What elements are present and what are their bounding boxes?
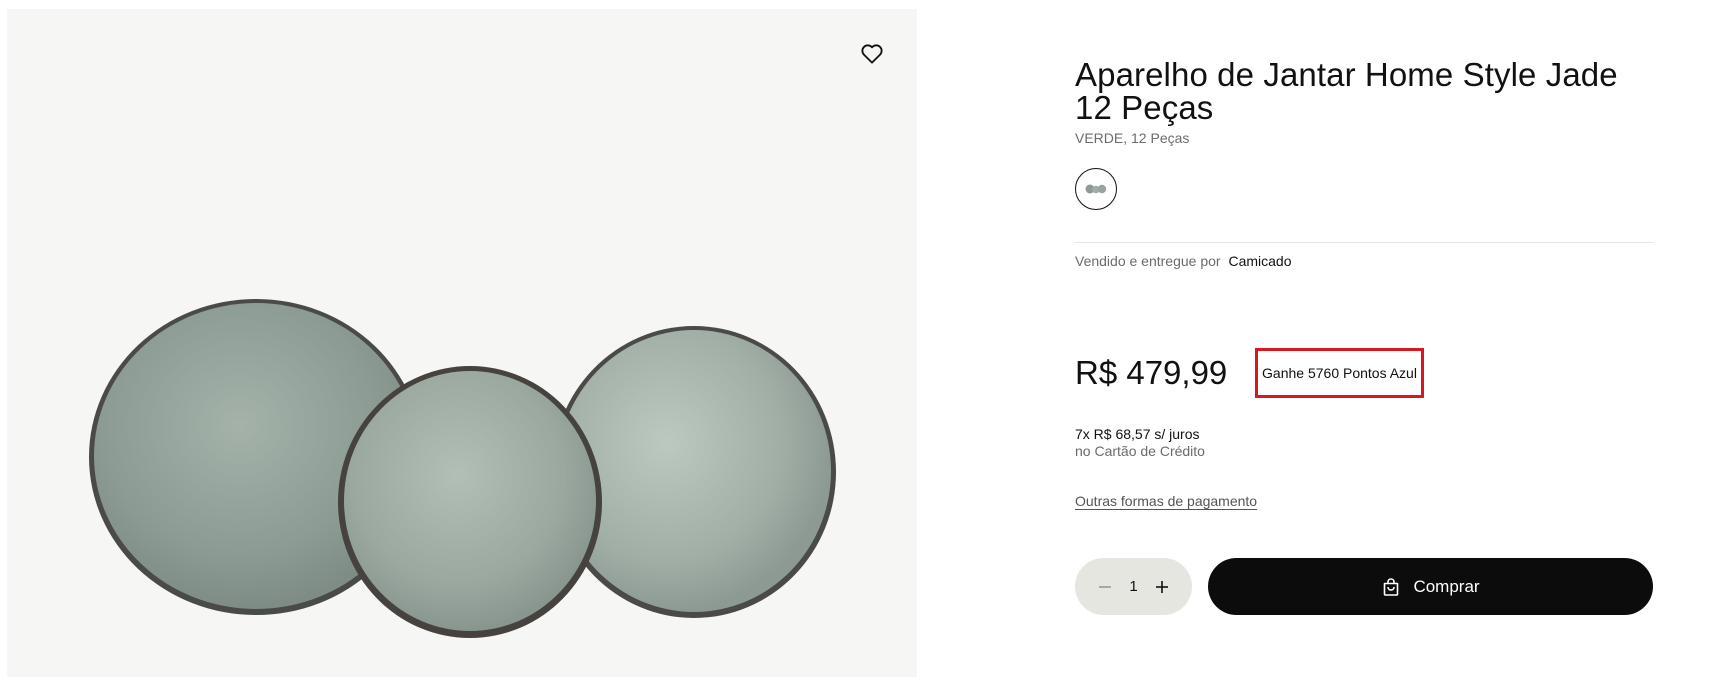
heart-icon <box>861 44 883 64</box>
product-image <box>89 299 836 638</box>
product-variant: VERDE, 12 Peças <box>1075 130 1190 146</box>
quantity-value: 1 <box>1129 578 1138 595</box>
divider <box>1075 242 1653 243</box>
product-image-panel[interactable] <box>7 9 917 677</box>
minus-icon <box>1099 585 1111 588</box>
installments-info: 7x R$ 68,57 s/ juros no Cartão de Crédit… <box>1075 426 1205 460</box>
product-page: Aparelho de Jantar Home Style Jade 12 Pe… <box>0 0 1710 677</box>
buy-button[interactable]: Comprar <box>1208 558 1653 615</box>
wishlist-button[interactable] <box>857 39 887 69</box>
other-payments-link[interactable]: Outras formas de pagamento <box>1075 493 1257 509</box>
seller-info: Vendido e entregue por Camicado <box>1075 253 1653 269</box>
product-price: R$ 479,99 <box>1075 354 1228 391</box>
quantity-stepper: 1 <box>1075 558 1192 615</box>
seller-prefix: Vendido e entregue por <box>1075 253 1221 269</box>
seller-name: Camicado <box>1228 253 1292 269</box>
points-badge: Ganhe 5760 Pontos Azul <box>1255 348 1424 398</box>
buy-button-label: Comprar <box>1413 576 1480 596</box>
installments-value: 7x R$ 68,57 s/ juros <box>1075 426 1200 442</box>
product-info: Aparelho de Jantar Home Style Jade 12 Pe… <box>1075 56 1653 615</box>
shopping-bag-icon <box>1381 577 1401 597</box>
decrease-quantity-button[interactable] <box>1097 579 1113 595</box>
color-swatch-thumbnail <box>1085 184 1107 194</box>
color-swatch[interactable] <box>1075 168 1117 210</box>
product-title: Aparelho de Jantar Home Style Jade 12 Pe… <box>1075 56 1618 126</box>
plus-icon <box>1156 580 1168 593</box>
increase-quantity-button[interactable] <box>1154 579 1170 595</box>
installments-method: no Cartão de Crédito <box>1075 443 1205 459</box>
price-row: R$ 479,99 Ganhe 5760 Pontos Azul <box>1075 348 1653 398</box>
